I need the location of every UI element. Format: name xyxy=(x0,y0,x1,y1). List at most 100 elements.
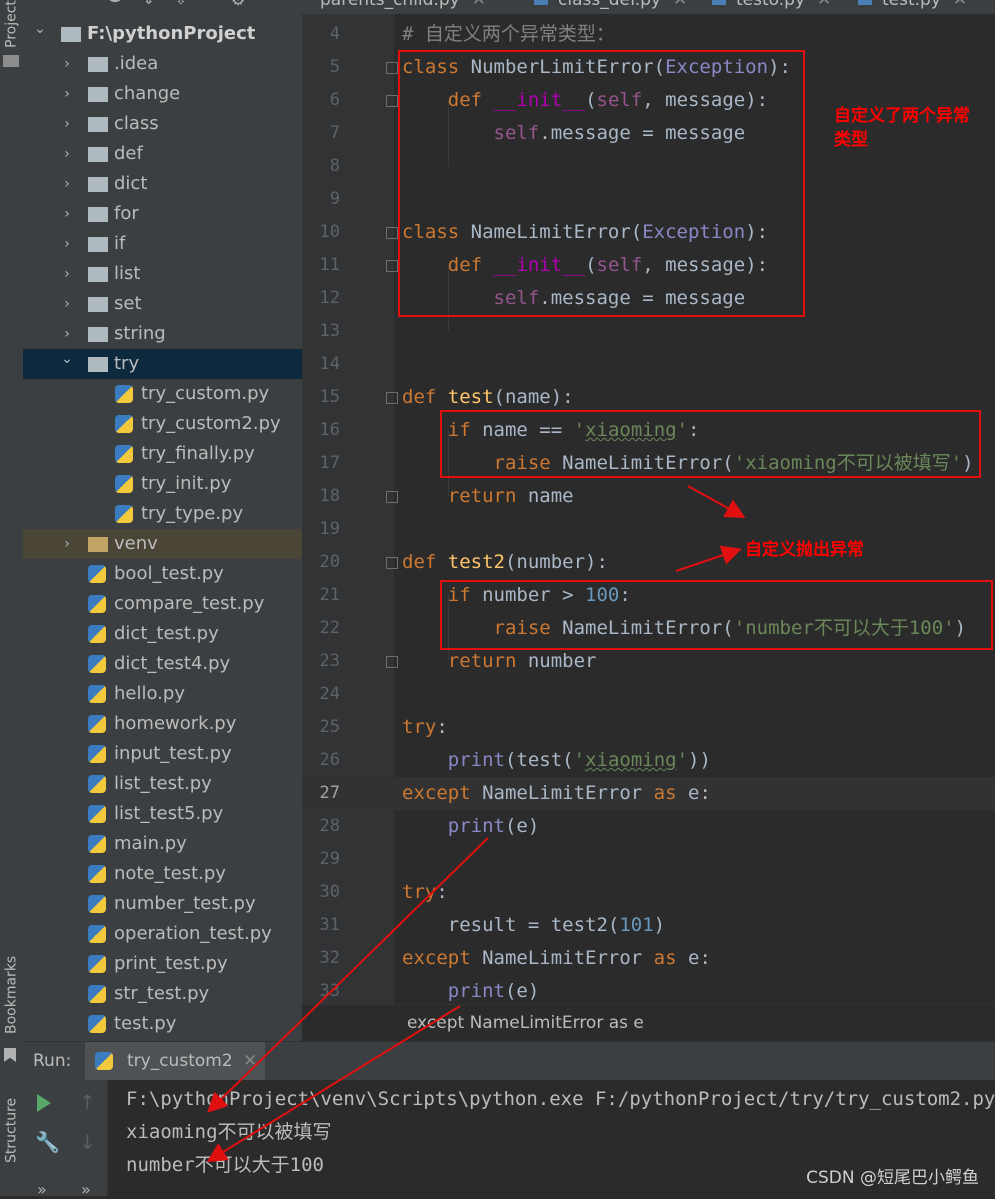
chevron-right-icon[interactable]: › xyxy=(60,199,74,229)
tree-folder--idea[interactable]: › .idea xyxy=(23,49,302,79)
tree-label: homework.py xyxy=(114,713,237,734)
chevron-down-icon[interactable]: ⌄ xyxy=(60,344,74,374)
tree-folder-change[interactable]: › change xyxy=(23,79,302,109)
locate-icon[interactable] xyxy=(106,0,124,2)
fold-icon[interactable] xyxy=(386,260,398,272)
tree-folder-class[interactable]: › class xyxy=(23,109,302,139)
tree-folder-dict[interactable]: › dict xyxy=(23,169,302,199)
tab-class-def[interactable]: class_def.py ✕ xyxy=(534,0,687,14)
tab-test[interactable]: test.py ✕ xyxy=(858,0,967,14)
chevron-right-icon[interactable]: › xyxy=(60,49,74,79)
code-line[interactable]: 26 print(test('xiaoming')) xyxy=(302,744,995,777)
fold-icon[interactable] xyxy=(386,656,398,668)
structure-tool-button[interactable]: Structure xyxy=(0,1090,23,1170)
tree-file[interactable]: hello.py xyxy=(23,679,302,709)
code-line[interactable]: 4 # 自定义两个异常类型： xyxy=(302,18,995,51)
wrench-icon[interactable]: 🔧 xyxy=(35,1130,60,1154)
tree-folder-set[interactable]: › set xyxy=(23,289,302,319)
tree-file[interactable]: str_test.py xyxy=(23,979,302,1009)
more-icon[interactable]: » xyxy=(37,1180,47,1199)
folder-icon xyxy=(88,147,108,162)
code-line[interactable]: 24 xyxy=(302,678,995,711)
tree-file[interactable]: try_finally.py xyxy=(23,439,302,469)
tab-testo[interactable]: testo.py ✕ xyxy=(712,0,831,14)
tree-folder-for[interactable]: › for xyxy=(23,199,302,229)
tree-file[interactable]: dict_test4.py xyxy=(23,649,302,679)
fold-icon[interactable] xyxy=(386,62,398,74)
tree-label: list_test5.py xyxy=(114,803,224,824)
chevron-right-icon[interactable]: › xyxy=(60,169,74,199)
arrow-up-icon[interactable]: ↑ xyxy=(79,1090,96,1114)
chevron-right-icon[interactable]: › xyxy=(60,529,74,559)
code-line[interactable]: 33 print(e) xyxy=(302,975,995,1004)
run-tab[interactable]: try_custom2 ✕ xyxy=(85,1042,265,1080)
code-line[interactable]: 30 try: xyxy=(302,876,995,909)
tree-file[interactable]: try_type.py xyxy=(23,499,302,529)
tree-file[interactable]: try_custom.py xyxy=(23,379,302,409)
fold-icon[interactable] xyxy=(386,557,398,569)
tree-file[interactable]: try_custom2.py xyxy=(23,409,302,439)
code-line[interactable]: 29 xyxy=(302,843,995,876)
tree-folder-try[interactable]: ⌄ try xyxy=(23,349,302,379)
gear-icon[interactable]: ⚙ xyxy=(231,0,245,9)
project-tool-button[interactable]: Project xyxy=(0,0,23,48)
tree-file[interactable]: list_test.py xyxy=(23,769,302,799)
tree-folder-f-pythonproject[interactable]: ⌄ F:\pythonProject xyxy=(23,19,302,49)
tree-file[interactable]: note_test.py xyxy=(23,859,302,889)
tree-label: hello.py xyxy=(114,683,185,704)
code-line[interactable]: 20 def test2(number): xyxy=(302,546,995,579)
expand-all-icon[interactable]: ⇕ xyxy=(143,0,155,8)
fold-icon[interactable] xyxy=(386,491,398,503)
close-icon[interactable]: ✕ xyxy=(243,1051,257,1071)
tree-folder-venv[interactable]: › venv xyxy=(23,529,302,559)
bookmarks-tool-button[interactable]: Bookmarks xyxy=(0,950,23,1040)
chevron-down-icon[interactable]: ⌄ xyxy=(33,14,47,44)
close-icon[interactable]: ✕ xyxy=(817,0,831,10)
tree-file[interactable]: bool_test.py xyxy=(23,559,302,589)
arrow-down-icon[interactable]: ↓ xyxy=(79,1130,96,1154)
chevron-right-icon[interactable]: › xyxy=(60,79,74,109)
tree-file[interactable]: print_test.py xyxy=(23,949,302,979)
tree-file[interactable]: try_init.py xyxy=(23,469,302,499)
close-icon[interactable]: ✕ xyxy=(472,0,486,10)
code-line[interactable]: 27 except NameLimitError as e: xyxy=(302,777,995,810)
code-line[interactable]: 32 except NameLimitError as e: xyxy=(302,942,995,975)
code-line[interactable]: 19 xyxy=(302,513,995,546)
collapse-all-icon[interactable]: ⇳ xyxy=(175,0,187,8)
tree-file[interactable]: main.py xyxy=(23,829,302,859)
tree-file[interactable]: compare_test.py xyxy=(23,589,302,619)
breadcrumb[interactable]: except NameLimitError as e xyxy=(302,1004,995,1042)
chevron-right-icon[interactable]: › xyxy=(60,109,74,139)
more-icon[interactable]: » xyxy=(81,1180,91,1199)
python-file-icon xyxy=(115,445,133,463)
code-line[interactable]: 14 xyxy=(302,348,995,381)
tree-file[interactable]: operation_test.py xyxy=(23,919,302,949)
tree-file[interactable]: number_test.py xyxy=(23,889,302,919)
line-number: 24 xyxy=(319,684,340,704)
rerun-icon[interactable] xyxy=(37,1094,51,1112)
chevron-right-icon[interactable]: › xyxy=(60,289,74,319)
tree-folder-def[interactable]: › def xyxy=(23,139,302,169)
fold-icon[interactable] xyxy=(386,227,398,239)
chevron-right-icon[interactable]: › xyxy=(60,259,74,289)
fold-icon[interactable] xyxy=(386,95,398,107)
chevron-right-icon[interactable]: › xyxy=(60,139,74,169)
tree-file[interactable]: dict_test.py xyxy=(23,619,302,649)
chevron-right-icon[interactable]: › xyxy=(60,229,74,259)
close-icon[interactable]: ✕ xyxy=(953,0,967,10)
tree-file[interactable]: homework.py xyxy=(23,709,302,739)
code-line[interactable]: 28 print(e) xyxy=(302,810,995,843)
fold-icon[interactable] xyxy=(386,392,398,404)
code-line[interactable]: 31 result = test2(101) xyxy=(302,909,995,942)
tree-file[interactable]: test.py xyxy=(23,1009,302,1039)
code-line[interactable]: 18 return name xyxy=(302,480,995,513)
code-line[interactable]: 25 try: xyxy=(302,711,995,744)
close-icon[interactable]: ✕ xyxy=(673,0,687,10)
code-line[interactable]: 13 xyxy=(302,315,995,348)
tree-file[interactable]: list_test5.py xyxy=(23,799,302,829)
tree-folder-if[interactable]: › if xyxy=(23,229,302,259)
tree-file[interactable]: input_test.py xyxy=(23,739,302,769)
tree-folder-list[interactable]: › list xyxy=(23,259,302,289)
python-file-icon xyxy=(115,385,133,403)
tab-parents-child[interactable]: parents_child.py ✕ xyxy=(320,0,486,14)
